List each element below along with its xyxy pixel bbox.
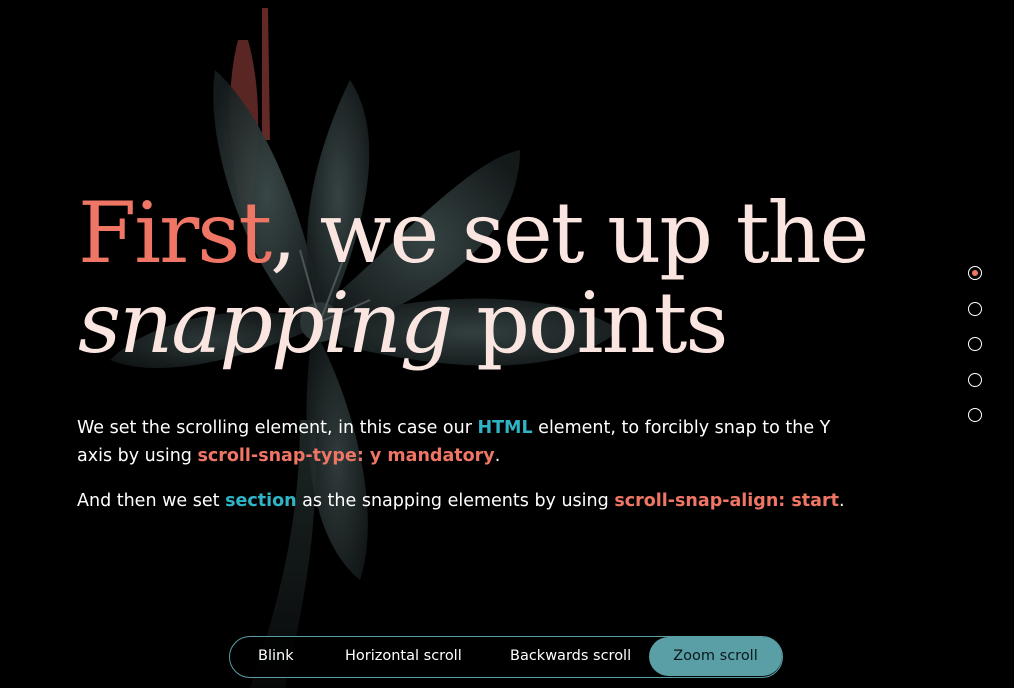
pagination-dot-4[interactable] — [968, 372, 982, 387]
page-heading: First, we set up the snapping points — [78, 188, 869, 368]
pagination-dot-5[interactable] — [968, 408, 982, 422]
section-pagination — [968, 266, 986, 444]
p2-keyword-snap-align: scroll-snap-align: start — [614, 491, 839, 511]
nav-horizontal-scroll-button[interactable]: Horizontal scroll — [345, 637, 462, 676]
heading-italic-word: snapping — [78, 274, 454, 372]
heading-line-2: snapping points — [78, 278, 867, 368]
p1-keyword-snap-type: scroll-snap-type: y mandatory — [197, 446, 495, 466]
p2-text-b: as the snapping elements by using — [296, 491, 615, 511]
pagination-dot-2[interactable] — [968, 301, 982, 316]
p2-text-a: And then we set — [77, 491, 226, 511]
p2-keyword-section: section — [225, 491, 297, 511]
p1-keyword-html: HTML — [477, 418, 533, 438]
heading-line-2-rest: points — [451, 274, 728, 372]
pagination-dot-1[interactable] — [968, 266, 982, 280]
demo-nav: Blink Horizontal scroll Backwards scroll… — [229, 636, 783, 678]
nav-zoom-scroll-button[interactable]: Zoom scroll — [649, 637, 782, 676]
heading-line-1-rest: , we set up the — [270, 184, 869, 282]
intro-paragraph-1: We set the scrolling element, in this ca… — [77, 414, 867, 470]
p2-text-c: . — [838, 491, 845, 511]
p1-text-a: We set the scrolling element, in this ca… — [77, 418, 478, 438]
heading-accent-word: First — [78, 184, 272, 282]
nav-backwards-scroll-button[interactable]: Backwards scroll — [510, 637, 631, 676]
heading-line-1: First, we set up the — [78, 188, 869, 278]
nav-blink-button[interactable]: Blink — [258, 637, 294, 676]
p1-text-c: . — [494, 446, 501, 466]
pagination-dot-3[interactable] — [968, 337, 982, 351]
intro-paragraph-2: And then we set section as the snapping … — [77, 487, 867, 515]
